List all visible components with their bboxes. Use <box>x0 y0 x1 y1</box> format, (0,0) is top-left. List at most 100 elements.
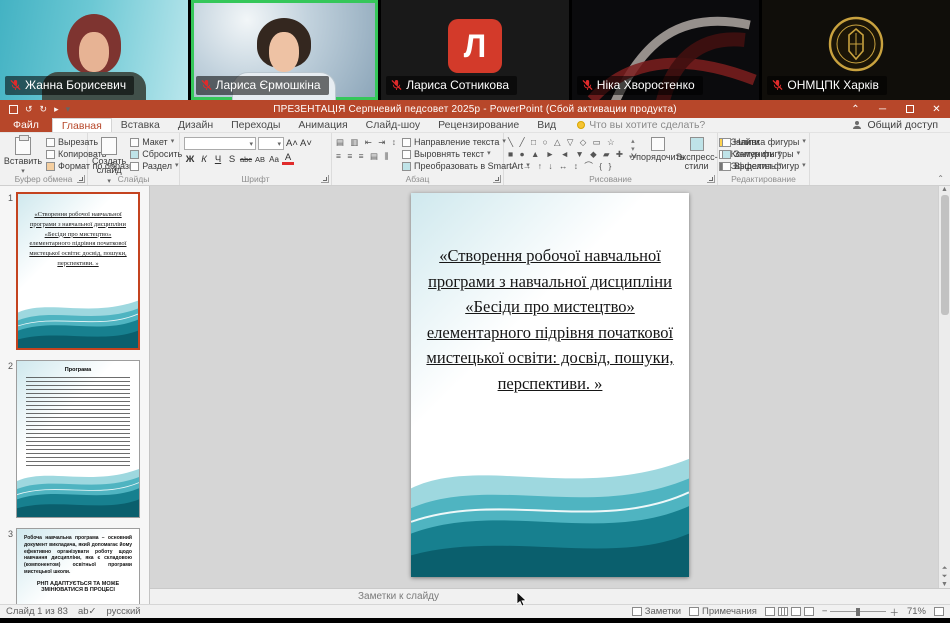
increase-font-size-icon[interactable]: A˄ <box>286 138 298 150</box>
tab-animations[interactable]: Анимация <box>289 118 356 132</box>
spellcheck-icon[interactable]: ab✓ <box>78 606 97 617</box>
alignment-icons[interactable]: ≡ ≡ ≡ ▤ ⫼ <box>336 151 398 162</box>
organization-emblem <box>825 13 887 75</box>
paragraph-dialog-launcher[interactable] <box>493 175 501 183</box>
font-color-button[interactable]: А <box>282 154 294 165</box>
zoom-control: − ＋ <box>822 605 899 619</box>
close-button[interactable]: ✕ <box>923 100 950 118</box>
participant-tile[interactable]: ОНМЦПК Харків <box>762 0 950 100</box>
scroll-up-icon[interactable]: ▲ <box>941 186 948 193</box>
language-indicator[interactable]: русский <box>107 606 141 617</box>
section-button[interactable]: Раздел▾ <box>130 161 182 171</box>
undo-icon[interactable]: ↺ <box>25 105 33 114</box>
participant-name: Лариса Єрмошкіна <box>216 78 321 92</box>
layout-button[interactable]: Макет▾ <box>130 137 182 147</box>
minimize-button[interactable]: ─ <box>869 100 896 118</box>
ribbon-group-slides: Создать слайд ▾ Макет▾ Сбросить Раздел▾ … <box>88 133 180 185</box>
font-name-combobox[interactable]: ▾ <box>184 137 256 150</box>
slide-sorter-view-button[interactable] <box>778 607 788 616</box>
zoom-slider[interactable] <box>830 611 886 612</box>
participant-tile[interactable]: Ніка Хворостенко <box>572 0 760 100</box>
font-size-combobox[interactable]: ▾ <box>258 137 284 150</box>
change-case-button[interactable]: Аа <box>268 153 280 165</box>
reset-label: Сбросить <box>142 149 182 159</box>
tab-view[interactable]: Вид <box>528 118 565 132</box>
font-dialog-launcher[interactable] <box>321 175 329 183</box>
drawing-dialog-launcher[interactable] <box>707 175 715 183</box>
fit-slide-to-window-button[interactable] <box>934 607 944 616</box>
clipboard-dialog-launcher[interactable] <box>77 175 85 183</box>
zoom-level[interactable]: 71% <box>907 606 926 617</box>
participant-tile[interactable]: Л Лариса Сотникова <box>381 0 569 100</box>
share-label: Общий доступ <box>867 119 938 131</box>
notes-pane[interactable]: Заметки к слайду <box>150 588 950 604</box>
tab-transitions[interactable]: Переходы <box>222 118 289 132</box>
scroll-down-icon[interactable]: ▼ <box>941 581 948 588</box>
powerpoint-window: ↺ ↻ ▸ ▾ ПРЕЗЕНТАЦІЯ Серпневий педсовет 2… <box>0 100 950 618</box>
slide-thumbnail-3[interactable]: Робоча навчальна програма – основний док… <box>16 528 140 604</box>
qat-customize-icon[interactable]: ▾ <box>66 105 71 114</box>
character-spacing-button[interactable]: АВ <box>254 153 266 165</box>
share-button[interactable]: Общий доступ <box>840 118 950 132</box>
thumbnail-body-text <box>26 377 130 469</box>
slide-number: 3 <box>0 528 13 604</box>
tab-insert[interactable]: Вставка <box>112 118 169 132</box>
shapes-gallery-row[interactable]: ← → ↑ ↓ ↔ ↕ ⌒ { } <box>508 161 625 172</box>
save-icon[interactable] <box>9 105 18 114</box>
comments-icon <box>689 607 699 616</box>
slide-thumbnail-panel[interactable]: 1 «Створення робочої навчальної програми… <box>0 186 150 604</box>
tab-review[interactable]: Рецензирование <box>429 118 528 132</box>
gallery-up-icon[interactable]: ▴ <box>631 137 635 145</box>
paste-button[interactable]: Вставить ▾ <box>4 136 42 176</box>
vertical-scrollbar[interactable]: ▲ ⏶ ⏷ ▼ <box>938 186 950 588</box>
arrange-button[interactable]: Упорядочить <box>641 136 675 162</box>
shapes-gallery-row[interactable]: ╲ ╱ □ ○ △ ▽ ◇ ▭ ☆ <box>508 137 625 148</box>
slide-thumbnail-2[interactable]: Програма <box>16 360 140 518</box>
current-slide[interactable]: «Створення робочої навчальної програми з… <box>411 193 689 577</box>
window-controls: ⌃ ─ ✕ <box>842 100 950 118</box>
replace-button[interactable]: Заменить▾ <box>722 149 805 159</box>
slide-title-text[interactable]: «Створення робочої навчальної програми з… <box>411 193 689 396</box>
zoom-in-icon[interactable]: ＋ <box>889 605 899 619</box>
quick-styles-button[interactable]: Экспресс-стили <box>679 136 715 172</box>
underline-button[interactable]: Ч <box>212 153 224 165</box>
start-slideshow-icon[interactable]: ▸ <box>54 105 59 114</box>
redo-icon[interactable]: ↻ <box>40 105 48 114</box>
slideshow-view-button[interactable] <box>804 607 814 616</box>
next-slide-icon[interactable]: ⏷ <box>942 573 948 581</box>
reset-button[interactable]: Сбросить <box>130 149 182 159</box>
restore-button[interactable] <box>896 100 923 118</box>
tab-slideshow[interactable]: Слайд-шоу <box>357 118 429 132</box>
zoom-out-icon[interactable]: − <box>822 606 828 617</box>
reading-view-button[interactable] <box>791 607 801 616</box>
tab-file[interactable]: Файл <box>0 118 52 132</box>
notes-toggle-button[interactable]: Заметки <box>632 606 681 617</box>
tell-me-box[interactable]: Что вы хотите сделать? <box>577 118 705 132</box>
participant-tile-active-speaker[interactable]: Лариса Єрмошкіна <box>191 0 379 100</box>
slide-thumbnail-1[interactable]: «Створення робочої навчальної програми з… <box>16 192 140 350</box>
select-button[interactable]: Выделить▾ <box>722 161 805 171</box>
slide-editing-area[interactable]: «Створення робочої навчальної програми з… <box>150 186 950 588</box>
collapse-ribbon-icon[interactable]: ⌃ <box>937 174 944 183</box>
participant-tile[interactable]: Жанна Борисевич <box>0 0 188 100</box>
comments-toggle-button[interactable]: Примечания <box>689 606 757 617</box>
ribbon-display-options-icon[interactable]: ⌃ <box>842 100 869 118</box>
zoom-slider-thumb[interactable] <box>856 608 860 616</box>
list-and-indent-icons[interactable]: ▤ ▥ ⇤ ⇥ ↕ <box>336 137 398 148</box>
group-label-drawing: Рисование <box>504 174 717 184</box>
strikethrough-button[interactable]: abc <box>240 153 252 165</box>
participant-name: ОНМЦПК Харків <box>787 78 878 92</box>
tab-home[interactable]: Главная <box>52 118 112 132</box>
find-button[interactable]: Найти <box>722 137 805 147</box>
shapes-gallery-row[interactable]: ■ ● ▲ ► ◄ ▼ ◆ ▰ ✚ <box>508 149 625 160</box>
decrease-font-size-icon[interactable]: A˅ <box>300 138 312 150</box>
tab-design[interactable]: Дизайн <box>169 118 222 132</box>
italic-button[interactable]: К <box>198 153 210 165</box>
bold-button[interactable]: Ж <box>184 153 196 165</box>
normal-view-button[interactable] <box>765 607 775 616</box>
scrollbar-thumb[interactable] <box>941 195 949 315</box>
title-bar[interactable]: ↺ ↻ ▸ ▾ ПРЕЗЕНТАЦІЯ Серпневий педсовет 2… <box>0 100 950 118</box>
participant-name-label: ОНМЦПК Харків <box>767 76 886 95</box>
previous-slide-icon[interactable]: ⏶ <box>942 565 948 573</box>
text-shadow-button[interactable]: S <box>226 153 238 165</box>
